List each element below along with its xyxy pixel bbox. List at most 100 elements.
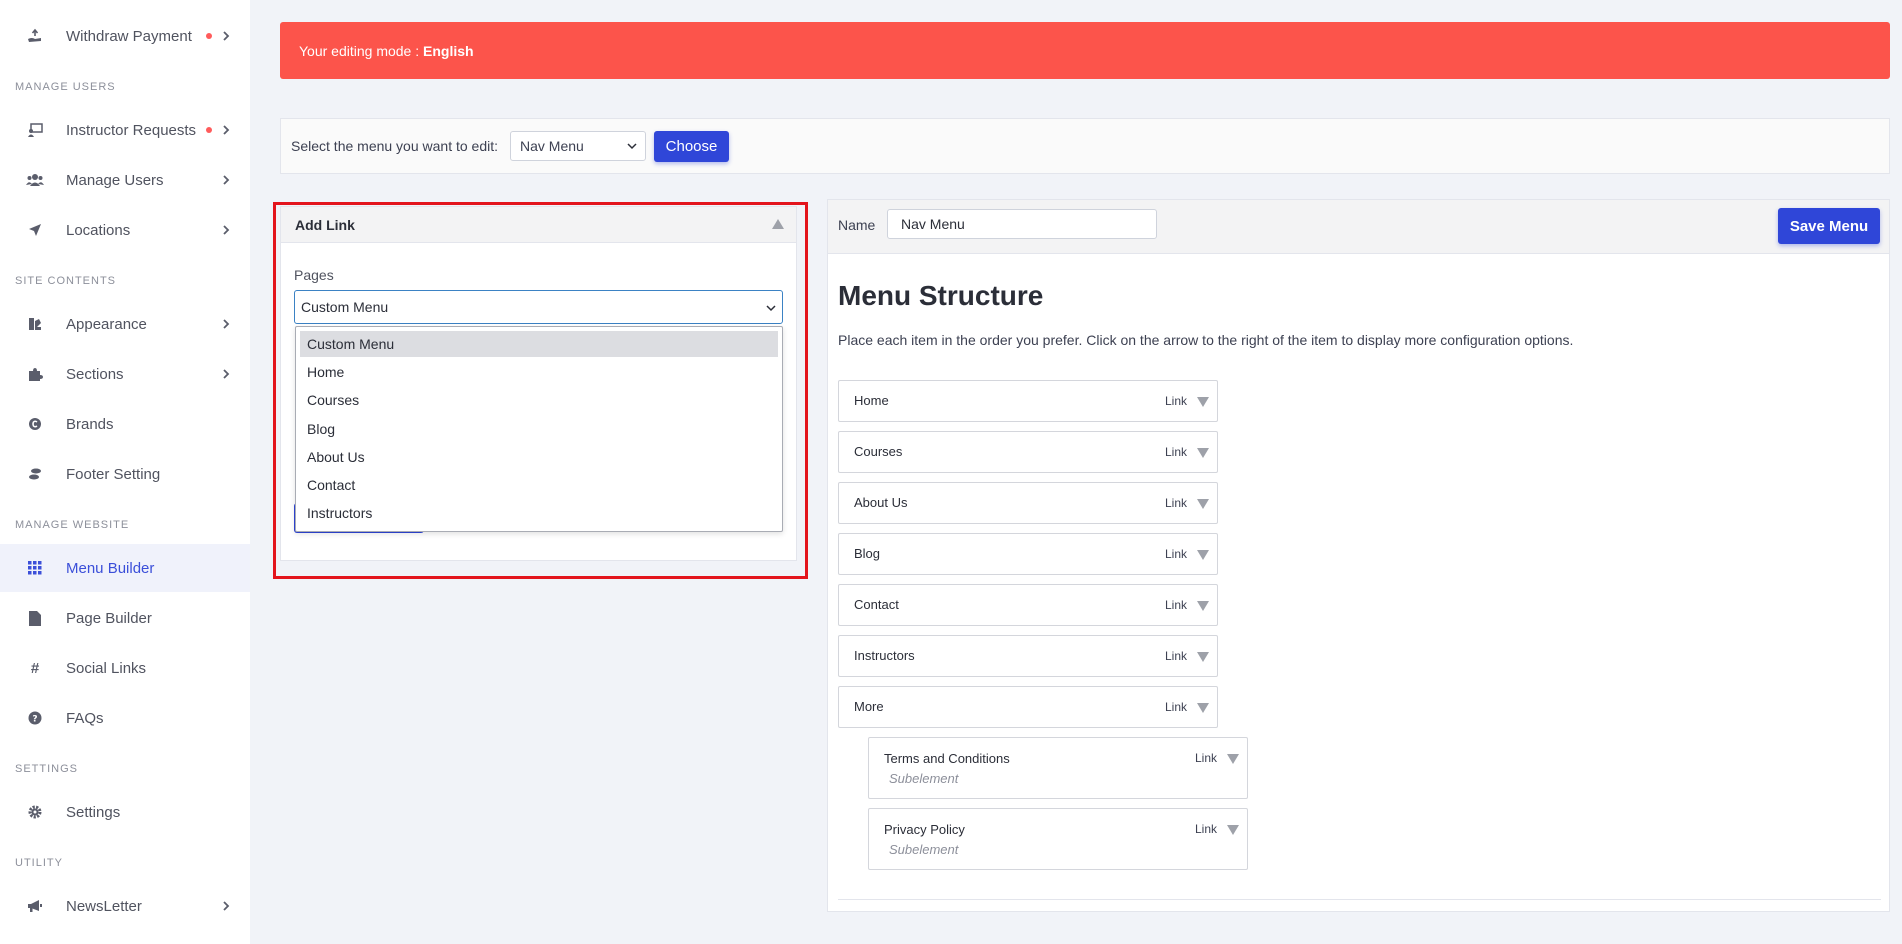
- menu-item[interactable]: Courses Link: [838, 431, 1218, 473]
- menu-item-type: Link: [1164, 394, 1187, 408]
- sidebar-item-label: Sections: [66, 365, 124, 383]
- sidebar-item-instructor-requests[interactable]: Instructor Requests: [0, 106, 250, 154]
- section-title-utility: UTILITY: [15, 857, 63, 869]
- menu-item[interactable]: More Link: [838, 686, 1218, 728]
- sidebar-item-page-builder[interactable]: Page Builder: [0, 594, 250, 642]
- sidebar-item-label: Appearance: [66, 315, 147, 333]
- sidebar-item-sections[interactable]: Sections: [0, 350, 250, 398]
- menu-item-type: Link: [1164, 445, 1187, 459]
- sidebar-item-label: Withdraw Payment: [66, 27, 192, 45]
- hashtag-icon: #: [30, 659, 40, 677]
- alert-language: English: [423, 42, 474, 59]
- sidebar-item-label: Page Builder: [66, 609, 152, 627]
- sidebar-item-label: FAQs: [66, 709, 104, 727]
- sidebar-item-label: Settings: [66, 803, 121, 821]
- sidebar-item-menu-builder[interactable]: Menu Builder: [0, 544, 250, 592]
- menu-select-label: Select the menu you want to edit:: [291, 138, 499, 154]
- sidebar-item-social-links[interactable]: # Social Links: [0, 644, 250, 692]
- copyright-icon: [26, 415, 44, 433]
- expand-arrow-icon[interactable]: [1197, 601, 1209, 611]
- file-icon: [26, 609, 44, 627]
- expand-arrow-icon[interactable]: [1197, 550, 1209, 560]
- expand-arrow-icon[interactable]: [1197, 448, 1209, 458]
- dropdown-option-home[interactable]: Home: [300, 359, 778, 385]
- dropdown-option-blog[interactable]: Blog: [300, 416, 778, 442]
- menu-item[interactable]: Instructors Link: [838, 635, 1218, 677]
- menu-name-label: Name: [838, 217, 876, 233]
- sidebar-item-label: NewsLetter: [66, 897, 142, 915]
- sidebar-item-locations[interactable]: Locations: [0, 206, 250, 254]
- dropdown-option-courses[interactable]: Courses: [300, 387, 778, 413]
- menu-subitem[interactable]: Privacy Policy Link Subelement: [868, 808, 1248, 870]
- expand-arrow-icon[interactable]: [1197, 652, 1209, 662]
- menu-item[interactable]: Blog Link: [838, 533, 1218, 575]
- sidebar-item-faqs[interactable]: ? FAQs: [0, 694, 250, 742]
- expand-arrow-icon[interactable]: [1197, 703, 1209, 713]
- expand-arrow-icon[interactable]: [1227, 754, 1239, 764]
- hand-holding-dollar-icon: [26, 27, 44, 45]
- alert-prefix: Your editing mode :: [299, 42, 424, 59]
- menu-item-type: Link: [1164, 700, 1187, 714]
- section-title-manage-website: MANAGE WEBSITE: [15, 519, 130, 531]
- subelement-note: Subelement: [889, 771, 959, 786]
- pages-dropdown-list: Custom Menu Home Courses Blog About Us C…: [295, 326, 783, 532]
- sidebar-item-withdraw-payment[interactable]: Withdraw Payment: [0, 12, 250, 60]
- puzzle-piece-icon: [26, 365, 44, 383]
- chevron-right-icon: [223, 175, 230, 185]
- menu-select-value: Nav Menu: [520, 138, 584, 154]
- palette-icon: [26, 315, 44, 333]
- sidebar-item-label: Locations: [66, 221, 131, 239]
- expand-arrow-icon[interactable]: [1227, 825, 1239, 835]
- sidebar-item-newsletter[interactable]: NewsLetter: [0, 882, 250, 930]
- sidebar-item-label: Instructor Requests: [66, 121, 197, 139]
- menu-select-dropdown[interactable]: Nav Menu: [510, 131, 646, 161]
- sidebar-item-label: Manage Users: [66, 171, 164, 189]
- dropdown-option-custom-menu[interactable]: Custom Menu: [300, 331, 778, 357]
- expand-arrow-icon[interactable]: [1197, 499, 1209, 509]
- menu-item[interactable]: Contact Link: [838, 584, 1218, 626]
- chevron-right-icon: [223, 319, 230, 329]
- sidebar-item-settings[interactable]: Settings: [0, 788, 250, 836]
- chevron-right-icon: [223, 125, 230, 135]
- menu-item-label: Blog: [854, 546, 881, 561]
- alert-text: Your editing mode : English: [299, 43, 474, 59]
- menu-item[interactable]: Home Link: [838, 380, 1218, 422]
- save-menu-button[interactable]: Save Menu: [1778, 208, 1880, 244]
- dropdown-option-contact[interactable]: Contact: [300, 472, 778, 498]
- choose-button[interactable]: Choose: [654, 131, 729, 162]
- menu-item-label: Courses: [854, 444, 903, 459]
- chalkboard-user-icon: [26, 121, 44, 139]
- menu-item-label: More: [854, 699, 884, 714]
- menu-subitem[interactable]: Terms and Conditions Link Subelement: [868, 737, 1248, 799]
- section-title-settings: SETTINGS: [15, 763, 79, 775]
- sidebar-item-footer-setting[interactable]: Footer Setting: [0, 450, 250, 498]
- sidebar-item-manage-users[interactable]: Manage Users: [0, 156, 250, 204]
- menu-header: Name Nav Menu Save Menu: [828, 200, 1889, 254]
- chevron-down-icon: [627, 143, 637, 150]
- subelement-note: Subelement: [889, 842, 959, 857]
- sidebar-item-brands[interactable]: Brands: [0, 400, 250, 448]
- location-arrow-icon: [26, 221, 44, 239]
- menu-item-label: Instructors: [854, 648, 915, 663]
- menu-structure-title: Menu Structure: [838, 280, 1044, 311]
- notification-dot: [206, 33, 212, 39]
- notification-dot: [206, 127, 212, 133]
- menu-item-type: Link: [1164, 649, 1187, 663]
- sidebar-item-label: Social Links: [66, 659, 147, 677]
- sidebar-item-appearance[interactable]: Appearance: [0, 300, 250, 348]
- dropdown-option-about-us[interactable]: About Us: [300, 444, 778, 470]
- menu-name-value: Nav Menu: [901, 216, 965, 232]
- dropdown-option-instructors[interactable]: Instructors: [300, 500, 778, 526]
- menu-item[interactable]: About Us Link: [838, 482, 1218, 524]
- gear-icon: [26, 803, 44, 821]
- menu-structure-description: Place each item in the order you prefer.…: [838, 332, 1574, 348]
- shoe-prints-icon: [26, 465, 44, 483]
- section-title-manage-users: MANAGE USERS: [15, 81, 116, 93]
- sidebar-item-label: Menu Builder: [66, 559, 155, 577]
- menu-item-label: About Us: [854, 495, 908, 510]
- chevron-right-icon: [223, 901, 230, 911]
- menu-item-label: Contact: [854, 597, 899, 612]
- menu-name-input[interactable]: Nav Menu: [887, 209, 1157, 239]
- expand-arrow-icon[interactable]: [1197, 397, 1209, 407]
- chevron-right-icon: [223, 225, 230, 235]
